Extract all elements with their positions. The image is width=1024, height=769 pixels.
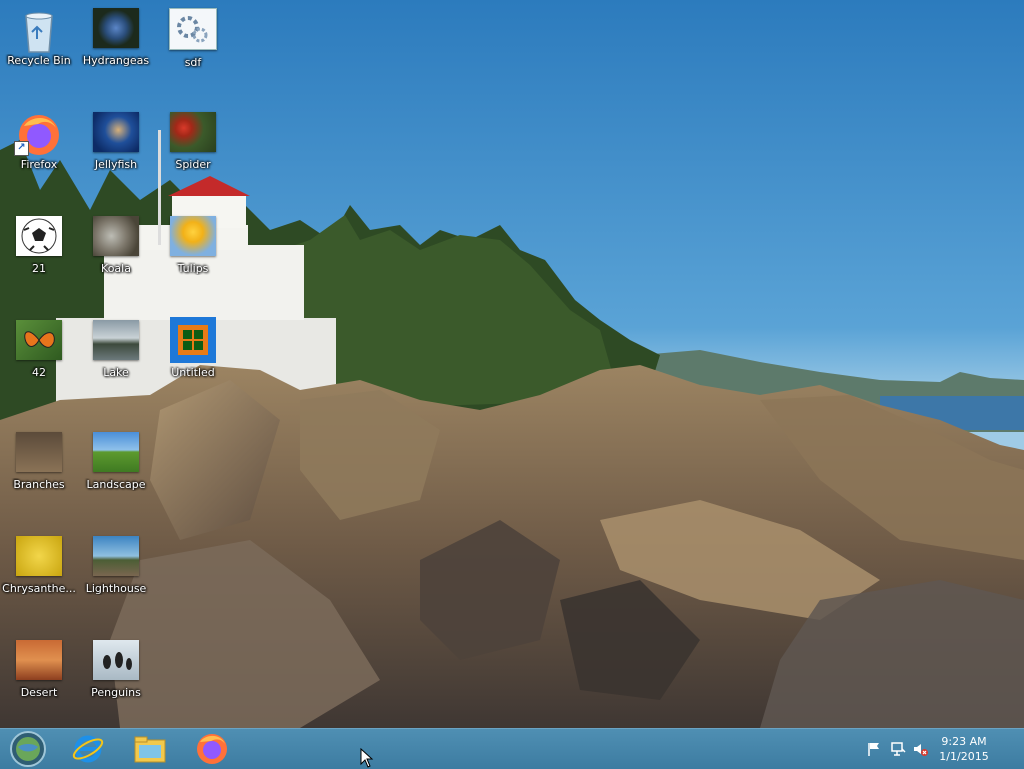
desktop-icon-recycle-bin[interactable]: Recycle Bin [1, 0, 77, 96]
action-center-flag-icon[interactable] [866, 741, 882, 757]
system-tray: 9:23 AM 1/1/2015 [854, 729, 1024, 769]
firefox-icon: ↗ [14, 112, 62, 156]
desktop-icon-chrysanthemum[interactable]: Chrysanthe... [1, 528, 77, 624]
image-thumbnail-desert [16, 640, 62, 680]
recycle-bin-icon [16, 8, 62, 53]
image-thumbnail-hydrangeas [93, 8, 139, 48]
settings-file-icon [169, 8, 217, 50]
image-thumbnail-branches [16, 432, 62, 472]
desktop-icon-landscape[interactable]: Landscape [78, 424, 154, 520]
image-thumbnail-lighthouse [93, 536, 139, 576]
desktop-icon-label: Tulips [177, 262, 209, 275]
image-thumbnail-butterfly [16, 320, 62, 360]
desktop-icon-label: Lake [103, 366, 129, 379]
desktop-icon-label: Desert [20, 686, 58, 699]
desktop-icon-label: Jellyfish [94, 158, 138, 171]
network-icon[interactable] [890, 741, 906, 757]
image-thumbnail-landscape [93, 432, 139, 472]
image-thumbnail-spider [170, 112, 216, 152]
image-thumbnail-lake [93, 320, 139, 360]
internet-explorer-icon [72, 735, 104, 763]
desktop-icon-hydrangeas[interactable]: Hydrangeas [78, 0, 154, 96]
file-explorer-icon [134, 736, 166, 763]
desktop-icon-koala[interactable]: Koala [78, 208, 154, 304]
image-thumbnail-jellyfish [93, 112, 139, 152]
taskbar-firefox-button[interactable] [188, 731, 236, 767]
desktop-icon-spider[interactable]: Spider [155, 104, 231, 200]
desktop-icon-label: 42 [32, 366, 46, 379]
desktop-icon-label: Chrysanthe... [2, 582, 76, 595]
desktop-icon-label: sdf [184, 56, 202, 69]
clock-time: 9:23 AM [941, 735, 987, 748]
taskbar-internet-explorer-button[interactable] [64, 731, 112, 767]
clock-date: 1/1/2015 [939, 750, 989, 763]
shortcut-arrow-icon: ↗ [14, 141, 29, 156]
desktop-icon-lake[interactable]: Lake [78, 312, 154, 408]
image-thumbnail-penguins [93, 640, 139, 680]
image-thumbnail-chrysanthemum [16, 536, 62, 576]
soccer-ball-icon [16, 216, 62, 256]
desktop-icon-label: Penguins [91, 686, 141, 699]
desktop-icon-label: Branches [13, 478, 65, 491]
desktop-icon-tulips[interactable]: Tulips [155, 208, 231, 304]
desktop-icon-desert[interactable]: Desert [1, 632, 77, 728]
desktop-icon-label: Untitled [171, 366, 215, 379]
desktop-icon-label: Koala [101, 262, 131, 275]
desktop-icon-42[interactable]: 42 [1, 312, 77, 408]
desktop-icon-label: 21 [32, 262, 46, 275]
taskbar: 9:23 AM 1/1/2015 [0, 728, 1024, 769]
start-button[interactable] [4, 731, 52, 767]
desktop-icon-penguins[interactable]: Penguins [78, 632, 154, 728]
desktop-icon-label: Hydrangeas [82, 54, 150, 67]
desktop-icon-label: Landscape [86, 478, 146, 491]
desktop-icon-firefox[interactable]: ↗ Firefox [1, 104, 77, 200]
image-thumbnail-tulips [170, 216, 216, 256]
mouse-cursor-icon [360, 748, 374, 768]
desktop-icon-21[interactable]: 21 [1, 208, 77, 304]
volume-muted-icon[interactable] [912, 741, 928, 757]
taskbar-clock[interactable]: 9:23 AM 1/1/2015 [934, 734, 994, 764]
desktop-icon-untitled[interactable]: Untitled [155, 312, 231, 408]
desktop-icon-branches[interactable]: Branches [1, 424, 77, 520]
desktop-icon-lighthouse[interactable]: Lighthouse [78, 528, 154, 624]
desktop-icon-label: Recycle Bin [7, 54, 71, 67]
desktop-icon-label: Spider [175, 158, 211, 171]
desktop-icon-jellyfish[interactable]: Jellyfish [78, 104, 154, 200]
taskbar-file-explorer-button[interactable] [126, 731, 174, 767]
desktop-icon-sdf[interactable]: sdf [155, 0, 231, 96]
start-orb-icon [10, 731, 46, 767]
desktop-icon-label: Lighthouse [85, 582, 147, 595]
image-thumbnail-untitled [170, 317, 216, 363]
firefox-icon [197, 734, 227, 764]
image-thumbnail-koala [93, 216, 139, 256]
desktop-icon-label: Firefox [20, 158, 58, 171]
